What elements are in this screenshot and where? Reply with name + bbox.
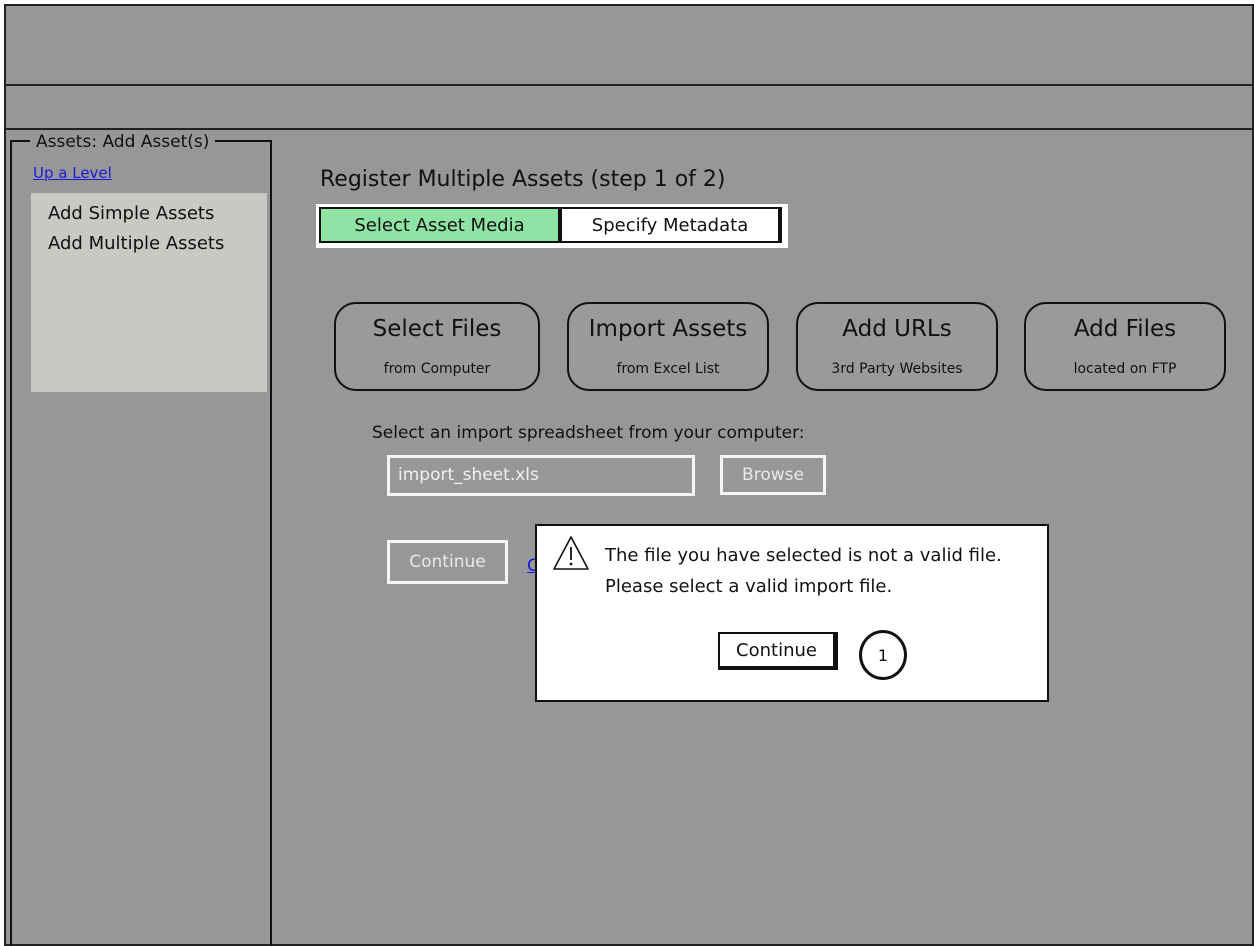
- step-tabs: Select Asset Media Specify Metadata: [316, 204, 788, 248]
- option-subtitle: located on FTP: [1073, 361, 1177, 377]
- tab-specify-metadata[interactable]: Specify Metadata: [560, 207, 782, 243]
- tab-select-asset-media[interactable]: Select Asset Media: [319, 207, 560, 243]
- sidebar-item-add-multiple-assets[interactable]: Add Multiple Assets: [48, 233, 224, 254]
- dialog-message: The file you have selected is not a vali…: [605, 545, 1002, 597]
- import-file-input[interactable]: import_sheet.xls: [387, 455, 695, 496]
- add-urls-button[interactable]: Add URLs 3rd Party Websites: [796, 302, 998, 391]
- header-bar: [4, 4, 1254, 86]
- callout-number-badge: 1: [859, 630, 907, 680]
- option-title: Select Files: [372, 316, 502, 342]
- import-assets-button[interactable]: Import Assets from Excel List: [567, 302, 769, 391]
- warning-icon: [553, 536, 589, 570]
- option-subtitle: 3rd Party Websites: [831, 361, 963, 377]
- up-a-level-link[interactable]: Up a Level: [33, 164, 112, 182]
- import-instruction: Select an import spreadsheet from your c…: [372, 423, 805, 443]
- select-files-button[interactable]: Select Files from Computer: [334, 302, 540, 391]
- toolbar-bar: [4, 86, 1254, 130]
- add-files-button[interactable]: Add Files located on FTP: [1024, 302, 1226, 391]
- page-title: Register Multiple Assets (step 1 of 2): [320, 167, 726, 192]
- option-title: Add Files: [1073, 316, 1177, 342]
- dialog-continue-button[interactable]: Continue: [718, 632, 838, 670]
- sidebar-legend: Assets: Add Asset(s): [30, 132, 216, 152]
- error-dialog: The file you have selected is not a vali…: [535, 524, 1049, 702]
- sidebar-item-add-simple-assets[interactable]: Add Simple Assets: [48, 203, 214, 224]
- continue-button[interactable]: Continue: [387, 540, 508, 584]
- option-title: Import Assets: [588, 316, 748, 342]
- option-subtitle: from Excel List: [616, 361, 720, 377]
- option-title: Add URLs: [842, 316, 952, 342]
- browse-button[interactable]: Browse: [720, 455, 826, 495]
- option-subtitle: from Computer: [383, 361, 491, 377]
